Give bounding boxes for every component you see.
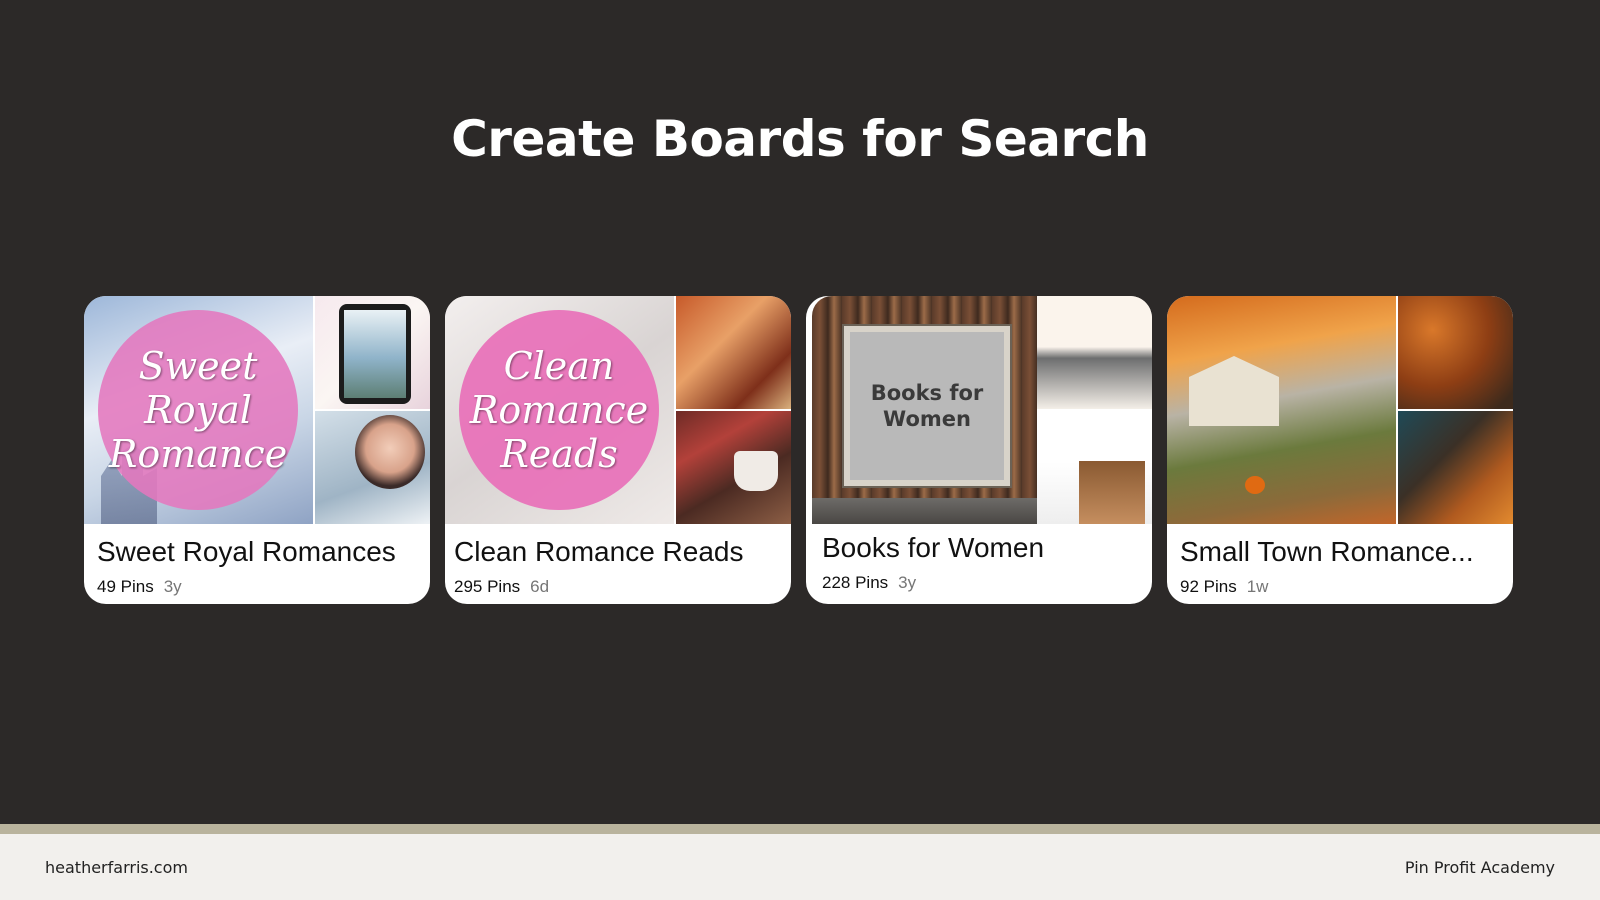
cover-image-couple bbox=[676, 296, 791, 409]
cover-text-line: Romance bbox=[108, 432, 288, 476]
board-age: 3y bbox=[163, 577, 182, 596]
board-meta: 49 Pins 3y bbox=[97, 577, 182, 597]
cover-text-line: Reads bbox=[500, 432, 618, 476]
board-pin-count: 228 Pins bbox=[822, 573, 889, 592]
footer-brand: Pin Profit Academy bbox=[1404, 858, 1555, 877]
board-cover-collage: Clean Romance Reads bbox=[445, 296, 791, 524]
cover-title-sign: Books for Women bbox=[842, 324, 1012, 488]
cover-image-royal-date bbox=[315, 411, 430, 524]
board-title[interactable]: Sweet Royal Romances bbox=[97, 536, 396, 568]
cover-image-author-photo bbox=[1037, 411, 1152, 524]
cover-text-line: Romance bbox=[469, 388, 649, 432]
board-meta: 228 Pins 3y bbox=[822, 573, 916, 593]
cover-text-line: Clean bbox=[503, 344, 615, 388]
board-card-clean-romance-reads[interactable]: Clean Romance Reads Clean Romance Reads … bbox=[445, 296, 791, 604]
board-card-sweet-royal-romances[interactable]: Sweet Royal Romance Sweet Royal Romances… bbox=[84, 296, 430, 604]
cover-text-line: Sweet bbox=[138, 344, 258, 388]
cover-title-badge: Clean Romance Reads bbox=[459, 310, 659, 510]
cover-text-line: Books for bbox=[870, 381, 984, 405]
board-age: 3y bbox=[898, 573, 917, 592]
cover-image-tablet bbox=[315, 296, 430, 409]
cover-image-main: Books for Women bbox=[812, 296, 1037, 524]
board-title[interactable]: Clean Romance Reads bbox=[454, 536, 744, 568]
board-cover-collage bbox=[1167, 296, 1513, 524]
cover-title-badge: Sweet Royal Romance bbox=[98, 310, 298, 510]
board-meta: 92 Pins 1w bbox=[1180, 577, 1268, 597]
cover-image-main: Clean Romance Reads bbox=[445, 296, 674, 524]
footer: heatherfarris.com Pin Profit Academy bbox=[0, 834, 1600, 900]
footer-website: heatherfarris.com bbox=[45, 858, 188, 877]
board-card-books-for-women[interactable]: Books for Women Books for Women 228 Pins… bbox=[806, 296, 1152, 604]
cover-text-line: Royal bbox=[144, 388, 252, 432]
board-title[interactable]: Small Town Romance... bbox=[1180, 536, 1474, 568]
cover-image-main bbox=[1167, 296, 1396, 524]
cover-image-author-look bbox=[1037, 296, 1152, 409]
board-pin-count: 295 Pins bbox=[454, 577, 521, 596]
cover-text-line: Women bbox=[883, 407, 971, 431]
board-cover-collage: Sweet Royal Romance bbox=[84, 296, 430, 524]
board-pin-count: 49 Pins bbox=[97, 577, 154, 596]
footer-divider bbox=[0, 824, 1600, 834]
board-meta: 295 Pins 6d bbox=[454, 577, 549, 597]
slide-title: Create Boards for Search bbox=[451, 110, 1149, 168]
board-age: 6d bbox=[530, 577, 550, 596]
board-title[interactable]: Books for Women bbox=[822, 532, 1044, 564]
cover-image-cafe bbox=[1398, 411, 1513, 524]
board-cover-collage: Books for Women bbox=[806, 296, 1152, 524]
board-card-small-town-romance[interactable]: Small Town Romance... 92 Pins 1w bbox=[1167, 296, 1513, 604]
board-pin-count: 92 Pins bbox=[1180, 577, 1237, 596]
board-age: 1w bbox=[1246, 577, 1269, 596]
cover-image-aerial-town bbox=[1398, 296, 1513, 409]
cover-image-main: Sweet Royal Romance bbox=[84, 296, 313, 524]
cover-image-cocoa bbox=[676, 411, 791, 524]
